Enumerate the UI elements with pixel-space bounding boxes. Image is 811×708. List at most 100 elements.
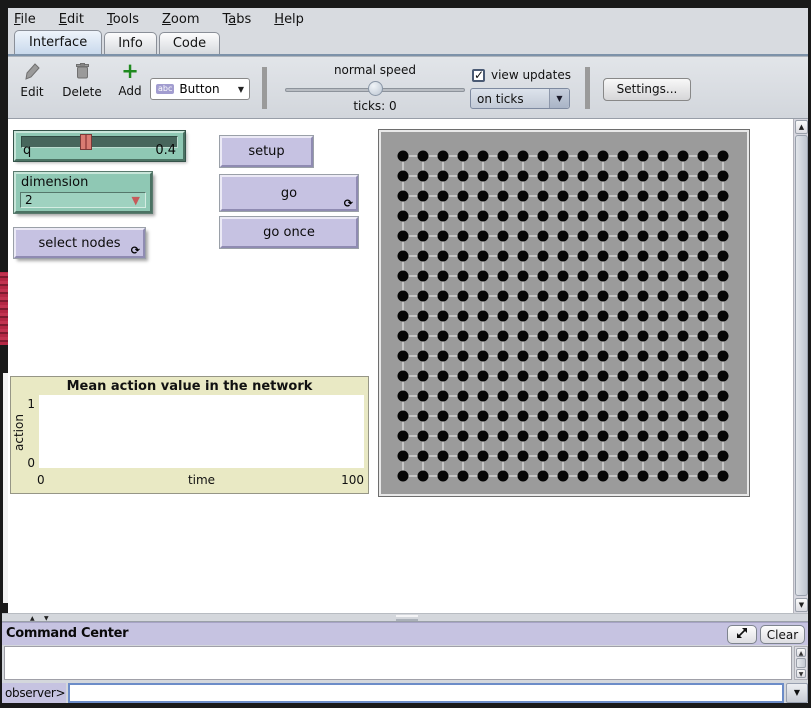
network-node	[458, 211, 469, 222]
network-node	[618, 371, 629, 382]
network-node	[558, 311, 569, 322]
network-node	[498, 431, 509, 442]
network-node	[658, 311, 669, 322]
network-node	[538, 271, 549, 282]
go-button[interactable]: go ⟳	[220, 175, 358, 211]
ticks-counter: ticks: 0	[285, 99, 465, 113]
network-node	[718, 431, 729, 442]
network-node	[558, 171, 569, 182]
network-node	[658, 431, 669, 442]
slider-q-handle[interactable]	[80, 134, 92, 150]
network-node	[538, 251, 549, 262]
speed-slider-label: normal speed	[285, 63, 465, 77]
network-node	[558, 351, 569, 362]
view-updates-checkbox[interactable]: ✓	[472, 69, 485, 82]
scroll-down-icon[interactable]: ▼	[795, 598, 808, 612]
menu-item-zoom[interactable]: Zoom	[162, 12, 199, 27]
chevron-down-icon: ▼	[238, 85, 244, 94]
network-node	[478, 471, 489, 482]
scrollbar-thumb[interactable]	[796, 658, 806, 668]
network-node	[518, 211, 529, 222]
chooser-dimension-select[interactable]: 2 ▼	[20, 192, 146, 208]
network-node	[678, 171, 689, 182]
delete-tool-button[interactable]: Delete	[56, 63, 108, 99]
network-node	[418, 411, 429, 422]
network-node	[658, 171, 669, 182]
network-node	[498, 411, 509, 422]
network-node	[518, 471, 529, 482]
splitter-up-icon[interactable]: ▲	[30, 615, 35, 622]
network-node	[718, 411, 729, 422]
menu-item-help[interactable]: Help	[274, 12, 304, 27]
network-node	[658, 351, 669, 362]
network-node	[478, 371, 489, 382]
network-node	[718, 451, 729, 462]
network-node	[458, 471, 469, 482]
network-node	[438, 191, 449, 202]
network-node	[678, 391, 689, 402]
network-node	[538, 371, 549, 382]
menu-item-tabs[interactable]: Tabs	[222, 12, 251, 27]
scroll-up-icon[interactable]: ▲	[795, 120, 808, 134]
network-node	[718, 391, 729, 402]
go-once-button[interactable]: go once	[220, 217, 358, 248]
chevron-down-icon: ▼	[549, 89, 569, 108]
menu-item-tools[interactable]: Tools	[107, 12, 139, 27]
network-node	[498, 451, 509, 462]
network-node	[598, 411, 609, 422]
world-view[interactable]	[378, 129, 750, 497]
network-node	[618, 331, 629, 342]
expand-button[interactable]	[727, 625, 757, 644]
network-node	[678, 431, 689, 442]
command-input[interactable]	[68, 683, 784, 703]
edit-tool-button[interactable]: Edit	[14, 63, 50, 99]
canvas-vertical-scrollbar[interactable]: ▲ ▼	[793, 119, 808, 613]
network-node	[398, 171, 409, 182]
network-node	[578, 471, 589, 482]
network-node	[718, 471, 729, 482]
plus-icon: +	[112, 62, 148, 82]
network-node	[558, 191, 569, 202]
network-node	[518, 391, 529, 402]
speed-slider-thumb[interactable]	[368, 81, 383, 96]
update-mode-dropdown[interactable]: on ticks ▼	[470, 88, 570, 109]
network-node	[558, 411, 569, 422]
network-node	[638, 171, 649, 182]
network-node	[718, 371, 729, 382]
network-node	[418, 391, 429, 402]
add-tool-button[interactable]: + Add	[112, 62, 148, 98]
output-scrollbar[interactable]: ▲ ▼	[794, 646, 808, 680]
network-node	[518, 291, 529, 302]
select-nodes-button[interactable]: select nodes ⟳	[14, 228, 145, 258]
network-node	[538, 211, 549, 222]
network-node	[578, 211, 589, 222]
network-node	[478, 351, 489, 362]
tab-interface[interactable]: Interface	[14, 30, 102, 54]
scrollbar-thumb[interactable]	[795, 135, 808, 596]
menu-bar: File Edit Tools Zoom Tabs Help	[8, 8, 808, 31]
network-node	[578, 451, 589, 462]
slider-q[interactable]: q 0.4	[14, 131, 185, 161]
menu-item-file[interactable]: File	[14, 12, 36, 27]
scroll-down-icon[interactable]: ▼	[796, 669, 806, 678]
scroll-up-icon[interactable]: ▲	[796, 648, 806, 657]
tab-info[interactable]: Info	[104, 32, 157, 54]
toolbar-separator	[262, 67, 267, 109]
setup-button[interactable]: setup	[220, 136, 313, 167]
network-node	[438, 391, 449, 402]
splitter-down-icon[interactable]: ▼	[44, 615, 49, 622]
widget-type-dropdown[interactable]: abc Button ▼	[150, 78, 250, 100]
interface-canvas: q 0.4 dimension 2 ▼ select nodes ⟳ setup…	[8, 119, 808, 613]
tab-code[interactable]: Code	[159, 32, 220, 54]
command-output[interactable]	[4, 646, 792, 680]
menu-item-edit[interactable]: Edit	[59, 12, 84, 27]
splitter-handle[interactable]	[396, 615, 418, 621]
network-node	[598, 371, 609, 382]
pencil-icon	[14, 63, 50, 83]
command-center-splitter[interactable]: ▲ ▼	[2, 613, 808, 622]
history-dropdown-button[interactable]: ▼	[786, 683, 808, 703]
view-updates-control: ✓ view updates	[472, 68, 571, 82]
network-node	[678, 471, 689, 482]
settings-button[interactable]: Settings...	[603, 78, 691, 101]
clear-button[interactable]: Clear	[760, 625, 805, 644]
